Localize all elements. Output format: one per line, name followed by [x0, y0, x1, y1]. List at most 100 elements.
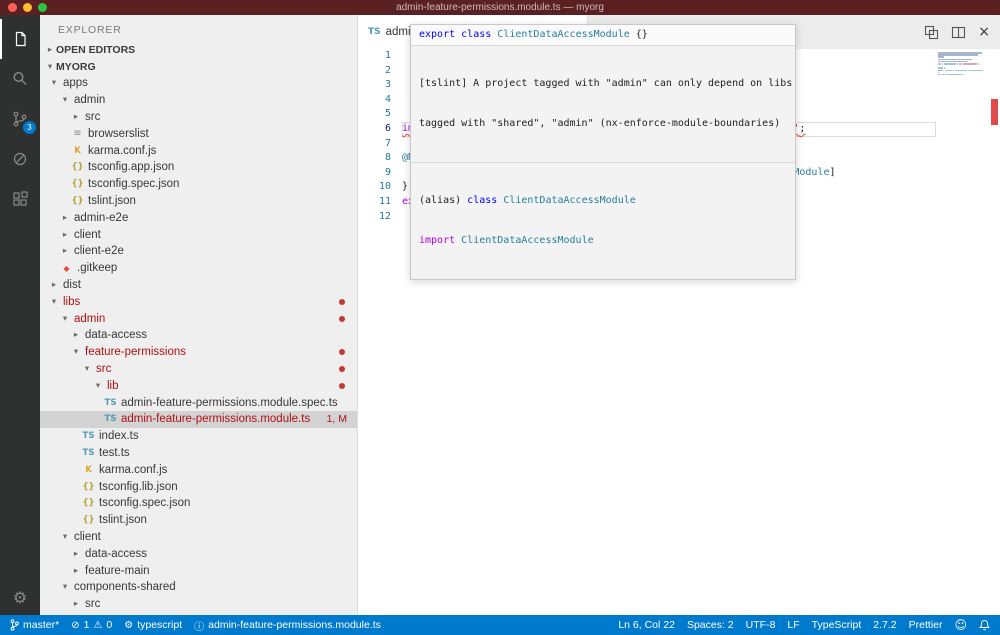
tree-item-feature-main[interactable]: ▸feature-main	[40, 562, 357, 579]
manage-gear-icon[interactable]: ⚙	[13, 588, 27, 607]
line-number[interactable]: 7	[358, 137, 402, 152]
tree-item-feature-permissions[interactable]: ▾feature-permissions	[40, 344, 357, 361]
tree-item-label: data-access	[85, 329, 147, 341]
list-file-icon: ≡	[70, 128, 85, 139]
encoding[interactable]: UTF-8	[746, 619, 776, 631]
tree-item-admin[interactable]: ▾admin	[40, 310, 357, 327]
tree-item-index.ts[interactable]: TSindex.ts	[40, 428, 357, 445]
cursor-position[interactable]: Ln 6, Col 22	[618, 619, 675, 631]
json-file-icon: {}	[70, 179, 85, 189]
tree-item-label: admin	[74, 94, 105, 106]
tree-item-browserslist[interactable]: ≡browserslist	[40, 125, 357, 142]
tree-item-admin-e2e[interactable]: ▸admin-e2e	[40, 209, 357, 226]
line-number[interactable]: 6	[358, 122, 402, 137]
workbench: 3 ⚙ EXPLORER ▸ OPEN EDITORS ▾ MYORG ▾app…	[0, 15, 1000, 615]
file-info-item[interactable]: ⓘ admin-feature-permissions.module.ts	[194, 618, 381, 633]
tree-item-karma.conf.js[interactable]: Kkarma.conf.js	[40, 461, 357, 478]
tree-item-tsconfig.app.json[interactable]: {}tsconfig.app.json	[40, 159, 357, 176]
karma-file-icon: K	[70, 146, 85, 156]
json-file-icon: {}	[81, 498, 96, 508]
split-editor-icon[interactable]	[951, 25, 966, 40]
tree-item-admin-feature-permissions.module.ts[interactable]: TSadmin-feature-permissions.module.ts1, …	[40, 411, 357, 428]
line-number[interactable]: 5	[358, 107, 402, 122]
tree-item-client[interactable]: ▸client	[40, 226, 357, 243]
tree-item-label: karma.conf.js	[88, 145, 156, 157]
tree-item-lib[interactable]: ▾lib	[40, 377, 357, 394]
tree-item-label: tslint.json	[99, 514, 147, 526]
search-icon[interactable]	[0, 59, 40, 99]
tree-item-src[interactable]: ▸src	[40, 109, 357, 126]
formatter[interactable]: Prettier	[909, 619, 943, 631]
line-number[interactable]: 3	[358, 78, 402, 93]
tree-item-karma.conf.js[interactable]: Kkarma.conf.js	[40, 142, 357, 159]
line-number[interactable]: 10	[358, 180, 402, 195]
scrollbar[interactable]	[988, 15, 1000, 615]
hover-alias-line: (alias) class ClientDataAccessModule	[419, 194, 787, 208]
tree-item-tsconfig.spec.json[interactable]: {}tsconfig.spec.json	[40, 495, 357, 512]
open-editors-section[interactable]: ▸ OPEN EDITORS	[40, 41, 357, 58]
json-file-icon: {}	[81, 482, 96, 492]
chevron-right-icon: ▸	[59, 230, 71, 240]
minimize-window-button[interactable]	[23, 3, 32, 12]
zoom-window-button[interactable]	[38, 3, 47, 12]
activity-bar: 3 ⚙	[0, 15, 40, 615]
tree-item-admin[interactable]: ▾admin	[40, 92, 357, 109]
chevron-down-icon: ▾	[59, 314, 71, 324]
tree-item-libs[interactable]: ▾libs	[40, 293, 357, 310]
tree-item-apps[interactable]: ▾apps	[40, 75, 357, 92]
eol-sequence[interactable]: LF	[787, 619, 799, 631]
problems-git-badge: 1, M	[327, 413, 347, 425]
tree-item-src[interactable]: ▾src	[40, 361, 357, 378]
line-number[interactable]: 2	[358, 64, 402, 79]
open-changes-icon[interactable]	[924, 25, 939, 40]
error-dot	[339, 383, 345, 389]
sidebar-title: EXPLORER	[40, 15, 357, 41]
file-info-label: admin-feature-permissions.module.ts	[208, 619, 381, 631]
tree-item-client[interactable]: ▾client	[40, 529, 357, 546]
tree-item-client-e2e[interactable]: ▸client-e2e	[40, 243, 357, 260]
git-branch-item[interactable]: master*	[10, 619, 59, 631]
tree-item-tsconfig.lib.json[interactable]: {}tsconfig.lib.json	[40, 478, 357, 495]
workspace-section[interactable]: ▾ MYORG	[40, 58, 357, 75]
tslint-status-item[interactable]: ⚙ typescript	[124, 619, 182, 631]
tree-item-tsconfig.spec.json[interactable]: {}tsconfig.spec.json	[40, 176, 357, 193]
ts-version[interactable]: 2.7.2	[873, 619, 896, 631]
line-number[interactable]: 11	[358, 195, 402, 210]
json-file-icon: {}	[70, 196, 85, 206]
tree-item-src[interactable]: ▸src	[40, 596, 357, 613]
tree-item-label: src	[85, 598, 100, 610]
problems-item[interactable]: ⊘ 1 ⚠ 0	[71, 619, 112, 631]
tree-item-data-access[interactable]: ▸data-access	[40, 545, 357, 562]
line-number[interactable]: 12	[358, 210, 402, 225]
chevron-down-icon: ▾	[44, 62, 56, 72]
tree-item-.gitkeep[interactable]: ◆.gitkeep	[40, 260, 357, 277]
tree-item-data-access[interactable]: ▸data-access	[40, 327, 357, 344]
tree-item-admin-feature-permissions.module.spec.ts[interactable]: TSadmin-feature-permissions.module.spec.…	[40, 394, 357, 411]
line-number[interactable]: 1	[358, 49, 402, 64]
minimap[interactable]	[938, 52, 985, 78]
source-control-icon[interactable]: 3	[0, 99, 40, 139]
close-window-button[interactable]	[8, 3, 17, 12]
tree-item-components-shared[interactable]: ▾components-shared	[40, 579, 357, 596]
lint-message-line2: tagged with "shared", "admin" (nx-enforc…	[419, 117, 787, 131]
explorer-icon[interactable]	[0, 19, 40, 59]
ts-file-icon: TS	[103, 398, 118, 408]
line-number[interactable]: 8	[358, 151, 402, 166]
feedback-smiley-icon[interactable]: ☺	[954, 618, 967, 632]
notifications-bell-icon[interactable]	[979, 619, 990, 631]
debug-icon[interactable]	[0, 139, 40, 179]
line-number[interactable]: 9	[358, 166, 402, 181]
tree-item-tslint.json[interactable]: {}tslint.json	[40, 512, 357, 529]
extensions-icon[interactable]	[0, 179, 40, 219]
tree-item-label: index.ts	[99, 430, 139, 442]
tree-item-test.ts[interactable]: TStest.ts	[40, 445, 357, 462]
indentation[interactable]: Spaces: 2	[687, 619, 734, 631]
tree-item-label: admin-feature-permissions.module.ts	[121, 413, 310, 425]
tree-item-dist[interactable]: ▸dist	[40, 277, 357, 294]
tree-item-tslint.json[interactable]: {}tslint.json	[40, 193, 357, 210]
chevron-right-icon: ▸	[70, 566, 82, 576]
language-mode[interactable]: TypeScript	[812, 619, 862, 631]
line-number[interactable]: 4	[358, 93, 402, 108]
tree-item-label: tsconfig.lib.json	[99, 481, 178, 493]
chevron-right-icon: ▸	[59, 246, 71, 256]
